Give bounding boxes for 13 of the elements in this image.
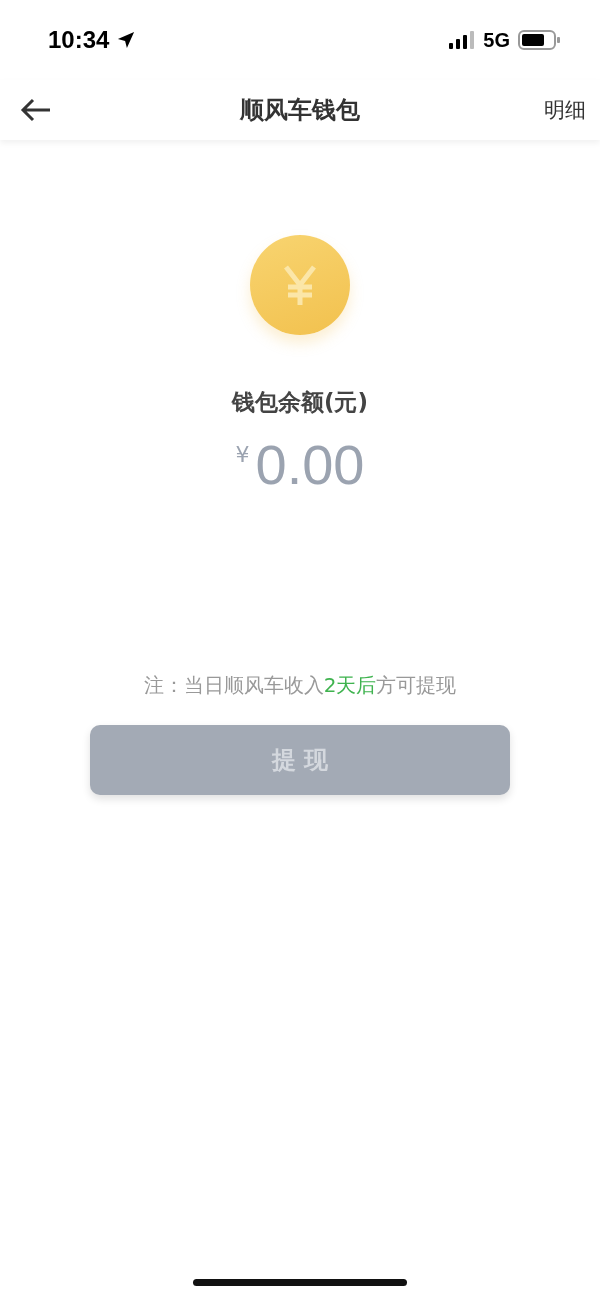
currency-symbol: ¥ <box>235 442 250 467</box>
coin-icon <box>250 235 350 335</box>
balance-amount: 0.00 <box>255 432 365 497</box>
back-arrow-icon[interactable] <box>20 98 52 122</box>
status-time: 10:34 <box>48 26 110 54</box>
location-arrow-icon <box>117 31 136 49</box>
balance-label: 钱包余额(元) <box>232 388 368 417</box>
details-link[interactable]: 明细 <box>544 96 586 124</box>
withdraw-note: 注：当日顺风车收入2天后方可提现 <box>143 672 457 699</box>
battery-icon <box>518 30 560 50</box>
network-label: 5G <box>483 28 510 52</box>
page-title: 顺风车钱包 <box>240 95 360 126</box>
signal-icon <box>449 31 476 49</box>
